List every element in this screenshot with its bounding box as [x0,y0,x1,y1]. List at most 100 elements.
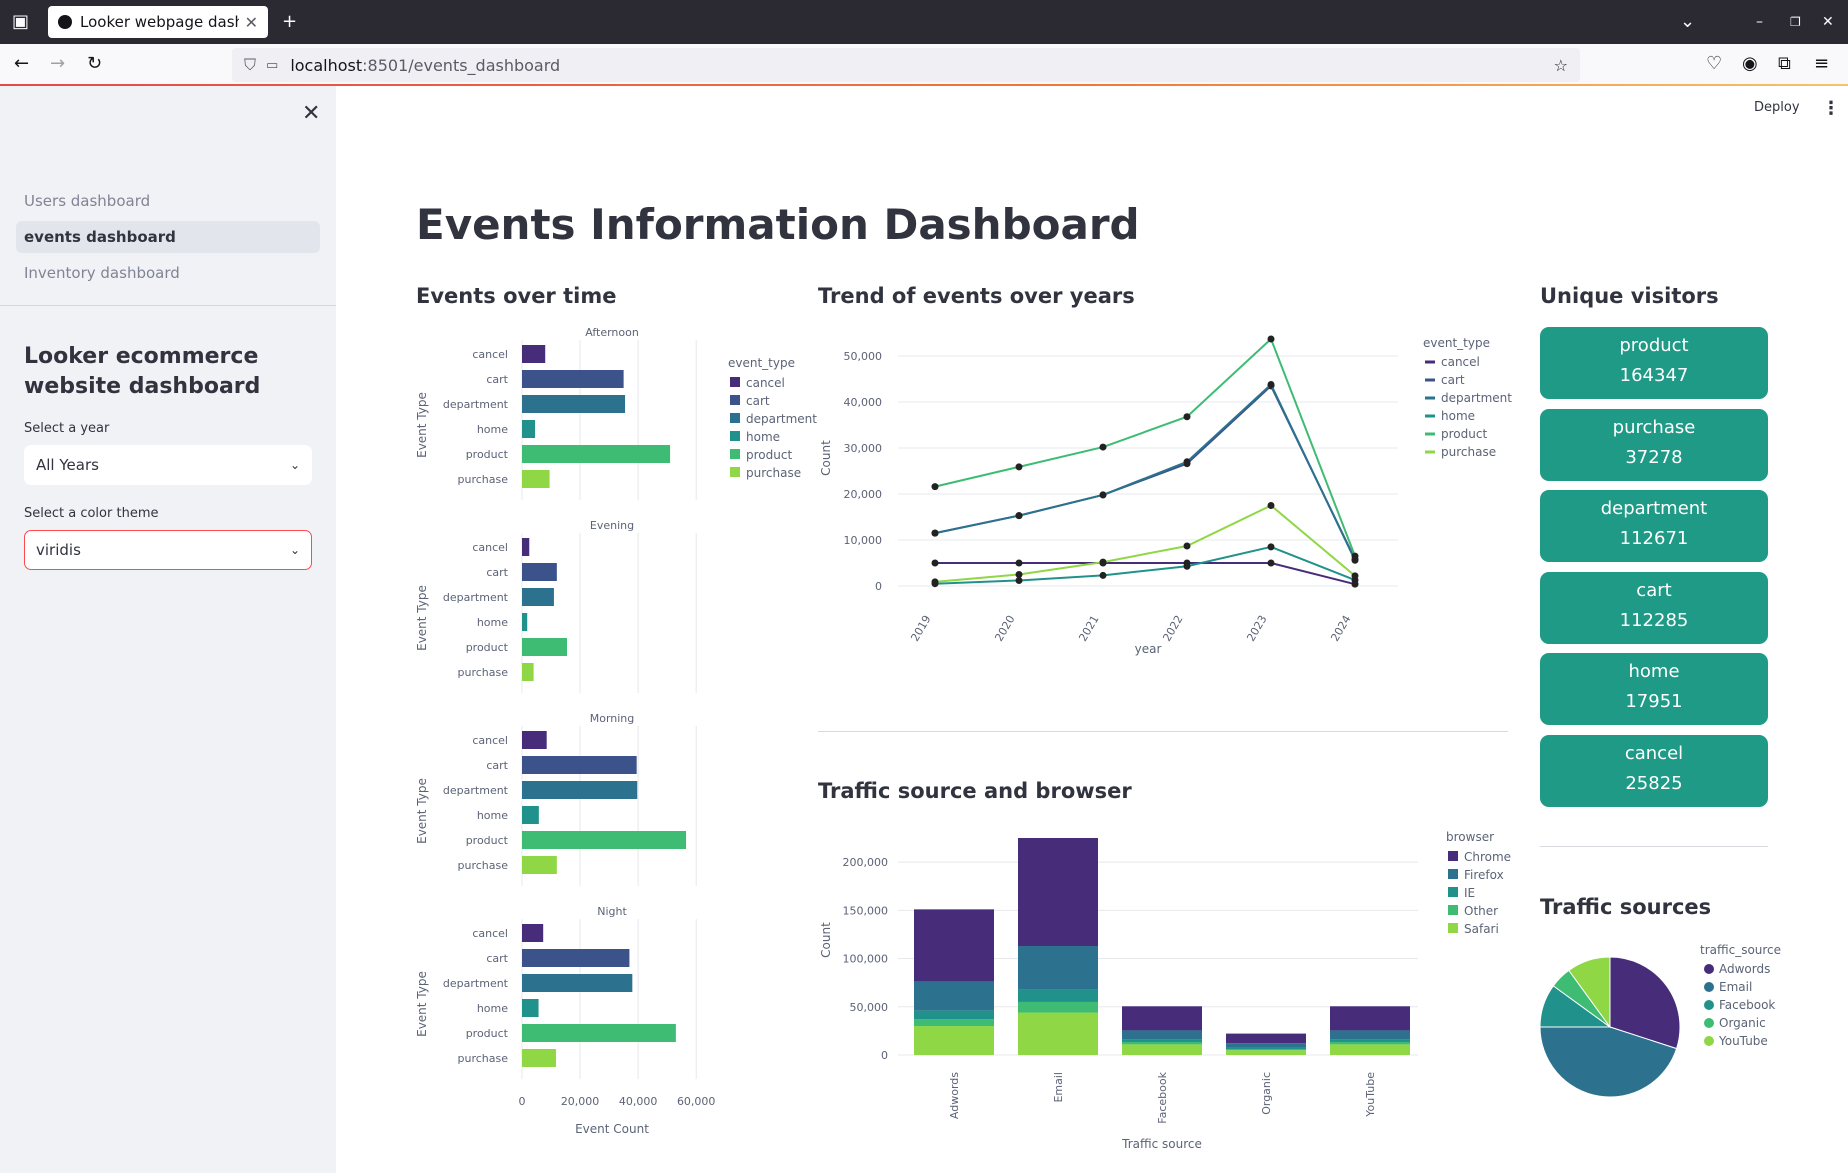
x-tick-label: 2024 [1328,613,1353,644]
legend-label-cart: cart [1441,373,1465,387]
bar-cancel [522,345,546,363]
bar-product [522,1024,676,1042]
legend-swatch-Facebook [1704,1000,1714,1010]
tick-label: cancel [472,927,508,940]
legend-label-home: home [1441,409,1475,423]
tick-label: department [443,784,509,797]
legend-title: browser [1446,830,1494,844]
bar-segment-Chrome [914,909,994,982]
tick-label: cancel [472,541,508,554]
legend-label-Adwords: Adwords [1719,962,1770,976]
x-tick-label: 60,000 [677,1095,716,1108]
x-tick-label: 0 [519,1095,526,1108]
bar-segment-Chrome [1122,1006,1202,1031]
bar-segment-Safari [1122,1044,1202,1055]
x-axis-title: Traffic source [1121,1137,1202,1151]
data-point [1015,576,1023,584]
bar-home [522,999,539,1017]
legend-swatch-home [730,431,740,441]
y-axis-title: Count [819,922,833,958]
tick-label: cart [486,952,508,965]
legend-swatch-cart [730,395,740,405]
bar-segment-IE [1226,1047,1306,1050]
bar-segment-IE [1018,989,1098,1002]
legend-swatch-Email [1704,982,1714,992]
bar-segment-IE [914,1010,994,1020]
tick-label: purchase [458,859,509,872]
bar-segment-IE [1122,1039,1202,1042]
bar-product [522,831,687,849]
bar-cart [522,756,637,774]
bar-segment-Firefox [914,981,994,1011]
data-point [1183,413,1191,421]
metric-label: purchase [1612,416,1696,438]
legend-label-product: product [1441,427,1487,441]
facet-title: Morning [590,712,635,725]
bar-department [522,781,638,799]
bar-segment-Other [1226,1049,1306,1051]
bar-cancel [522,731,547,749]
bar-product [522,445,671,463]
metric-card-home: home 17951 [1540,653,1768,726]
bar-segment-Chrome [1226,1033,1306,1044]
tick-label: home [477,616,508,629]
legend-label-Email: Email [1719,980,1752,994]
data-point [1267,502,1275,509]
legend-swatch-Firefox [1448,869,1458,879]
y-axis-title: Event Type [415,392,429,458]
data-point [1015,571,1023,578]
metric-card-cancel: cancel 25825 [1540,735,1768,807]
tick-label: cancel [472,348,508,361]
facet-title: Night [597,905,627,918]
tick-label: purchase [458,666,509,679]
legend-label-YouTube: YouTube [1718,1034,1768,1048]
data-point [1099,558,1107,566]
legend-swatch-cancel [730,377,740,387]
data-point [1015,463,1023,471]
x-axis-title: year [1135,642,1162,656]
tick-label: department [443,591,509,604]
bar-segment-Other [1330,1041,1410,1045]
tick-label: purchase [458,473,509,486]
y-axis-title: Event Type [415,585,429,651]
bar-product [522,638,567,656]
bar-segment-Firefox [1122,1030,1202,1040]
x-tick-label: 2019 [908,613,933,644]
tick-label: product [466,834,509,847]
bar-cart [522,370,624,388]
y-tick-label: 20,000 [844,488,883,501]
x-tick-label: YouTube [1364,1072,1377,1118]
legend-label-IE: IE [1464,886,1475,900]
bar-purchase [522,470,550,488]
x-tick-label: Facebook [1156,1071,1169,1123]
legend-label-cancel: cancel [1441,355,1480,369]
bar-home [522,613,528,631]
data-point [1015,512,1023,520]
bar-segment-Safari [1330,1044,1410,1055]
bar-cancel [522,538,530,556]
data-point [931,529,939,537]
x-axis-title: Event Count [575,1122,649,1136]
x-tick-label: 2021 [1076,613,1101,644]
data-point [1267,559,1275,567]
legend-swatch-Organic [1704,1018,1714,1028]
bar-segment-Other [1018,1001,1098,1013]
x-tick-label: 40,000 [619,1095,658,1108]
data-point [1351,552,1359,560]
metric-label: home [1628,661,1680,683]
metric-label: cart [1636,579,1672,601]
data-point [1183,542,1191,550]
legend-label-Facebook: Facebook [1719,998,1775,1012]
bar-segment-Firefox [1330,1030,1410,1040]
facet-title: Evening [590,519,634,532]
x-tick-label: Email [1052,1072,1065,1103]
legend-label-product: product [746,448,792,462]
y-tick-label: 200,000 [843,856,889,869]
legend-label-cart: cart [746,394,770,408]
metric-label: department [1600,498,1708,520]
metric-label: cancel [1624,743,1684,764]
bar-segment-Chrome [1018,838,1098,947]
bar-home [522,806,539,824]
tick-label: product [466,1027,509,1040]
legend-label-Safari: Safari [1464,922,1499,936]
